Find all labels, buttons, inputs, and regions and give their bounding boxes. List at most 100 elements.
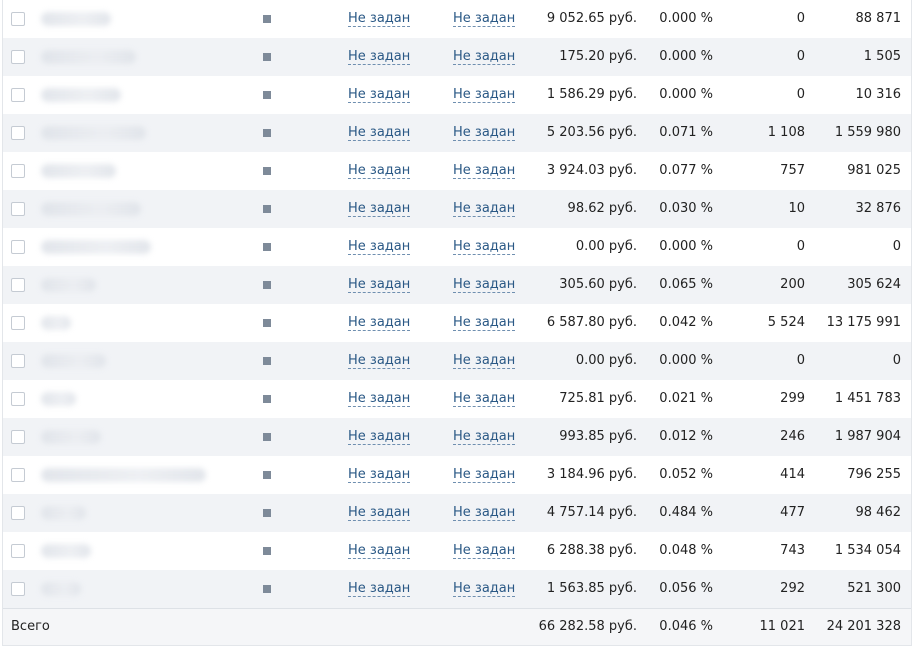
status2-link[interactable]: Не задан <box>453 201 516 217</box>
spend-cell: 305.60 руб. <box>559 277 637 292</box>
clicks-cell: 477 <box>780 505 805 520</box>
status2-link[interactable]: Не задан <box>453 429 516 445</box>
table-row[interactable]: Не задан Не задан 0.00 руб. 0.000 % 0 0 <box>3 342 911 380</box>
row-name-redacted[interactable] <box>33 114 213 152</box>
row-checkbox[interactable] <box>11 88 25 102</box>
status-link[interactable]: Не задан <box>348 353 411 369</box>
table-row[interactable]: Не задан Не задан 3 924.03 руб. 0.077 % 757 9… <box>3 152 911 190</box>
row-name-redacted[interactable] <box>33 304 213 342</box>
row-name-redacted[interactable] <box>33 494 213 532</box>
row-checkbox[interactable] <box>11 506 25 520</box>
row-name-redacted[interactable] <box>33 38 213 76</box>
totals-spend: 66 282.58 руб. <box>538 619 637 634</box>
row-checkbox[interactable] <box>11 240 25 254</box>
status2-link[interactable]: Не задан <box>453 163 516 179</box>
status2-link[interactable]: Не задан <box>453 505 516 521</box>
status2-link[interactable]: Не задан <box>453 467 516 483</box>
status-link[interactable]: Не задан <box>348 87 411 103</box>
status-link[interactable]: Не задан <box>348 581 411 597</box>
status2-link[interactable]: Не задан <box>453 49 516 65</box>
table-row[interactable]: Не задан Не задан 1 563.85 руб. 0.056 % 292 5… <box>3 570 911 608</box>
status-link[interactable]: Не задан <box>348 163 411 179</box>
status2-link[interactable]: Не задан <box>453 353 516 369</box>
clicks-cell: 414 <box>780 467 805 482</box>
row-checkbox[interactable] <box>11 278 25 292</box>
table-row[interactable]: Не задан Не задан 98.62 руб. 0.030 % 10 32 87… <box>3 190 911 228</box>
status-link[interactable]: Не задан <box>348 125 411 141</box>
row-checkbox[interactable] <box>11 12 25 26</box>
row-name-redacted[interactable] <box>33 532 213 570</box>
table-row[interactable]: Не задан Не задан 6 587.80 руб. 0.042 % 5 52… <box>3 304 911 342</box>
status-square-icon <box>263 319 271 327</box>
table-row[interactable]: Не задан Не задан 725.81 руб. 0.021 % 299 1 4… <box>3 380 911 418</box>
row-name-redacted[interactable] <box>33 152 213 190</box>
status-link[interactable]: Не задан <box>348 315 411 331</box>
status2-link[interactable]: Не задан <box>453 543 516 559</box>
status-link[interactable]: Не задан <box>348 11 411 27</box>
status-link[interactable]: Не задан <box>348 429 411 445</box>
impressions-cell: 1 534 054 <box>834 543 901 558</box>
row-checkbox[interactable] <box>11 544 25 558</box>
row-checkbox[interactable] <box>11 164 25 178</box>
row-checkbox[interactable] <box>11 468 25 482</box>
table-row[interactable]: Не задан Не задан 993.85 руб. 0.012 % 246 1 9… <box>3 418 911 456</box>
ctr-cell: 0.056 % <box>659 581 713 596</box>
status2-link[interactable]: Не задан <box>453 391 516 407</box>
row-checkbox[interactable] <box>11 430 25 444</box>
clicks-cell: 10 <box>788 201 805 216</box>
row-name-redacted[interactable] <box>33 76 213 114</box>
status-link[interactable]: Не задан <box>348 467 411 483</box>
row-name-redacted[interactable] <box>33 0 213 38</box>
ctr-cell: 0.071 % <box>659 125 713 140</box>
row-name-redacted[interactable] <box>33 342 213 380</box>
status-link[interactable]: Не задан <box>348 391 411 407</box>
status-link[interactable]: Не задан <box>348 543 411 559</box>
row-name-redacted[interactable] <box>33 190 213 228</box>
spend-cell: 1 586.29 руб. <box>546 87 637 102</box>
status2-link[interactable]: Не задан <box>453 277 516 293</box>
impressions-cell: 0 <box>892 239 901 254</box>
status-link[interactable]: Не задан <box>348 505 411 521</box>
ctr-cell: 0.012 % <box>659 429 713 444</box>
status-square-icon <box>263 53 271 61</box>
row-name-redacted[interactable] <box>33 266 213 304</box>
table-row[interactable]: Не задан Не задан 5 203.56 руб. 0.071 % 1 10… <box>3 114 911 152</box>
row-name-redacted[interactable] <box>33 380 213 418</box>
table-row[interactable]: Не задан Не задан 9 052.65 руб. 0.000 % 0 88 … <box>3 0 911 38</box>
status-link[interactable]: Не задан <box>348 49 411 65</box>
status2-link[interactable]: Не задан <box>453 581 516 597</box>
table-row[interactable]: Не задан Не задан 175.20 руб. 0.000 % 0 1 505 <box>3 38 911 76</box>
row-name-redacted[interactable] <box>33 228 213 266</box>
status2-link[interactable]: Не задан <box>453 239 516 255</box>
table-row[interactable]: Не задан Не задан 4 757.14 руб. 0.484 % 477 9… <box>3 494 911 532</box>
status-link[interactable]: Не задан <box>348 201 411 217</box>
row-checkbox[interactable] <box>11 354 25 368</box>
status2-link[interactable]: Не задан <box>453 125 516 141</box>
spend-cell: 3 184.96 руб. <box>546 467 637 482</box>
status2-link[interactable]: Не задан <box>453 315 516 331</box>
spend-cell: 0.00 руб. <box>575 239 637 254</box>
ctr-cell: 0.000 % <box>659 11 713 26</box>
status-link[interactable]: Не задан <box>348 277 411 293</box>
table-row[interactable]: Не задан Не задан 0.00 руб. 0.000 % 0 0 <box>3 228 911 266</box>
spend-cell: 98.62 руб. <box>567 201 637 216</box>
status-square-icon <box>263 471 271 479</box>
row-name-redacted[interactable] <box>33 570 213 608</box>
status-square-icon <box>263 281 271 289</box>
table-row[interactable]: Не задан Не задан 3 184.96 руб. 0.052 % 414 7… <box>3 456 911 494</box>
status2-link[interactable]: Не задан <box>453 11 516 27</box>
status-link[interactable]: Не задан <box>348 239 411 255</box>
row-name-redacted[interactable] <box>33 418 213 456</box>
row-checkbox[interactable] <box>11 582 25 596</box>
row-checkbox[interactable] <box>11 202 25 216</box>
row-name-redacted[interactable] <box>33 456 213 494</box>
row-checkbox[interactable] <box>11 126 25 140</box>
row-checkbox[interactable] <box>11 316 25 330</box>
campaign-stats-table: Не задан Не задан 9 052.65 руб. 0.000 % 0 88 … <box>2 0 912 646</box>
row-checkbox[interactable] <box>11 392 25 406</box>
table-row[interactable]: Не задан Не задан 305.60 руб. 0.065 % 200 305… <box>3 266 911 304</box>
table-row[interactable]: Не задан Не задан 6 288.38 руб. 0.048 % 743 1… <box>3 532 911 570</box>
row-checkbox[interactable] <box>11 50 25 64</box>
table-row[interactable]: Не задан Не задан 1 586.29 руб. 0.000 % 0 10 … <box>3 76 911 114</box>
status2-link[interactable]: Не задан <box>453 87 516 103</box>
